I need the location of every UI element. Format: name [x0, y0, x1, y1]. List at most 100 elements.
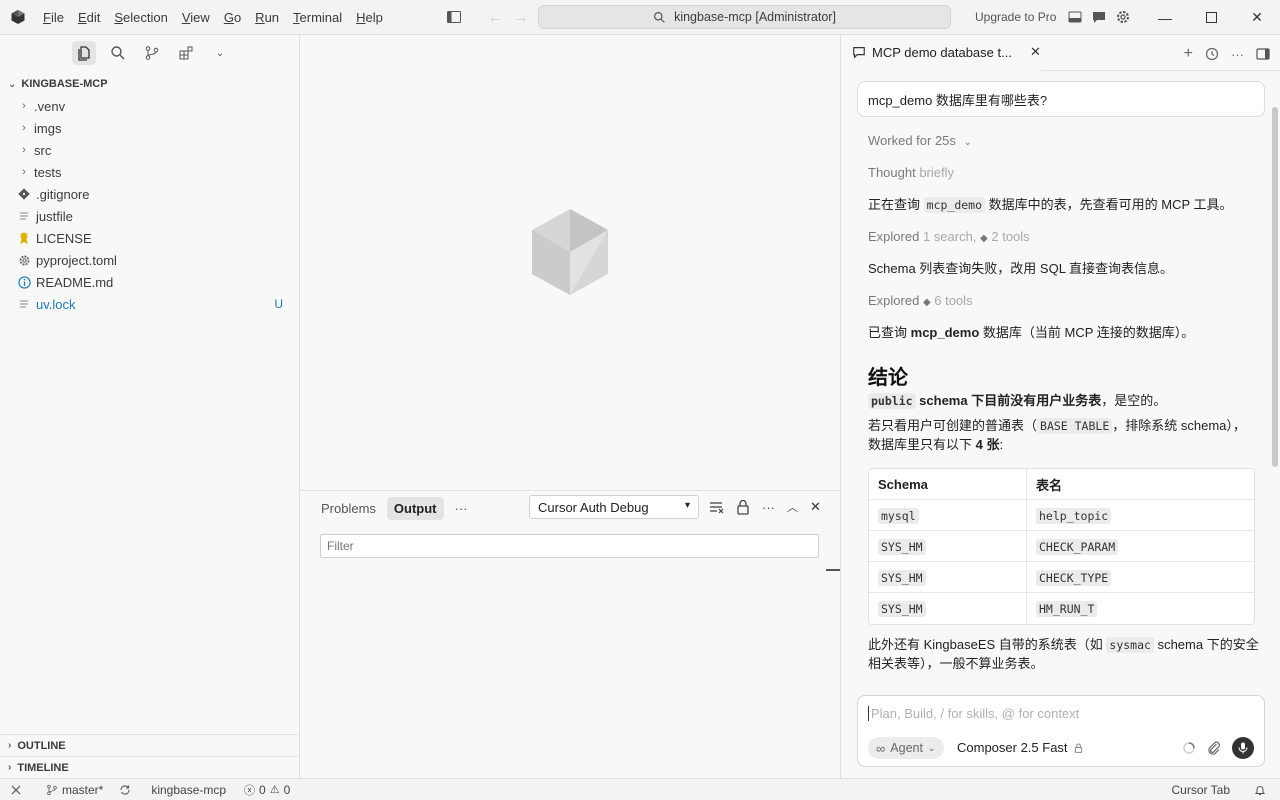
nav-arrows: ← → — [488, 9, 528, 25]
filter-input[interactable] — [320, 534, 819, 558]
chat-scrollbar[interactable] — [1272, 107, 1278, 467]
agent-mode-select[interactable]: ∞ Agent ⌄ — [868, 737, 944, 759]
chat-tab-title: MCP demo database t... — [872, 44, 1012, 60]
assistant-text-8: 相关表等），一般不算业务表。 — [868, 656, 1044, 671]
project-name[interactable]: kingbase-mcp — [143, 779, 234, 800]
tree-file-justfile[interactable]: justfile — [0, 205, 299, 227]
search-icon[interactable] — [106, 41, 130, 65]
source-control-icon[interactable] — [140, 41, 164, 65]
conclusion-heading: 结论 — [868, 367, 908, 389]
tree-folder-venv[interactable]: › .venv — [0, 95, 299, 117]
explored-search-count: 1 search, — [922, 229, 977, 244]
branch-status[interactable]: master* — [38, 779, 111, 800]
chat-tab[interactable]: MCP demo database t... ✕ — [841, 35, 1041, 71]
back-arrow-icon[interactable]: ← — [488, 9, 502, 25]
lock-icon[interactable] — [736, 499, 750, 515]
menu-help[interactable]: Help — [349, 0, 390, 35]
menu-selection[interactable]: Selection — [107, 0, 174, 35]
composer-input[interactable]: Plan, Build, / for skills, @ for context — [868, 706, 1079, 721]
command-center-search[interactable]: kingbase-mcp [Administrator] — [538, 5, 951, 29]
explorer-root-header[interactable]: ⌄ KINGBASE-MCP — [0, 73, 299, 95]
toggle-panel-icon[interactable] — [1256, 47, 1270, 61]
menu-edit[interactable]: Edit — [71, 0, 107, 35]
title-bar: File Edit Selection View Go Run Terminal… — [0, 0, 1280, 35]
timeline-section-header[interactable]: › TIMELINE — [0, 756, 299, 778]
tree-folder-imgs[interactable]: › imgs — [0, 117, 299, 139]
history-icon[interactable] — [1205, 47, 1219, 61]
thought-line[interactable]: Thought briefly — [868, 163, 954, 183]
loading-spinner-icon — [1183, 742, 1195, 754]
tab-output[interactable]: Output — [386, 497, 444, 520]
tree-item-label: .venv — [34, 98, 66, 114]
clear-output-icon[interactable] — [708, 499, 724, 515]
explorer-files-icon[interactable] — [72, 41, 96, 65]
assistant-text-1: 正在查询 mcp_demo 数据库中的表，先查看可用的 MCP 工具。 — [868, 195, 1233, 215]
upgrade-link[interactable]: Upgrade to Pro — [975, 10, 1056, 24]
inline-code: BASE TABLE — [1037, 418, 1113, 434]
explored-line-1[interactable]: Explored 1 search, ◆ 2 tools — [868, 227, 1030, 249]
table-header-table-name: 表名 — [1027, 469, 1254, 500]
chat-tab-actions: + ··· — [1184, 45, 1270, 63]
toggle-sidebar-icon[interactable] — [446, 9, 462, 25]
panel-more-button[interactable]: ··· — [448, 497, 475, 520]
user-message[interactable]: mcp_demo 数据库里有哪些表? — [857, 81, 1265, 117]
composer-actions — [1182, 737, 1254, 759]
tree-item-label: .gitignore — [36, 186, 90, 202]
agent-mode-label: Agent — [890, 741, 923, 755]
chevron-up-icon[interactable]: ︿ — [787, 499, 798, 515]
microphone-button[interactable] — [1232, 737, 1254, 759]
chevron-right-icon: › — [8, 762, 12, 773]
tree-file-readme[interactable]: README.md — [0, 271, 299, 293]
bell-icon[interactable] — [1246, 779, 1274, 800]
menu-file[interactable]: File — [36, 0, 71, 35]
chevron-right-icon: › — [8, 740, 12, 751]
cursor-tab-status[interactable]: Cursor Tab — [1164, 779, 1238, 800]
remote-icon[interactable] — [0, 779, 30, 800]
worked-for-toggle[interactable]: Worked for 25s ⌄ — [868, 131, 972, 153]
problems-status[interactable]: ⓧ 0 ⚠ 0 — [236, 779, 298, 800]
text: ，是空的。 — [1101, 393, 1167, 408]
forward-arrow-icon[interactable]: → — [514, 9, 528, 25]
chat-bubble-icon[interactable] — [1091, 9, 1107, 25]
text: 若只看用户可创建的普通表（ — [868, 418, 1038, 433]
text: 数据库里只有以下 — [868, 437, 973, 452]
menu-bar: File Edit Selection View Go Run Terminal… — [36, 0, 390, 35]
chevron-down-icon: ⌄ — [927, 742, 936, 753]
explored-line-2[interactable]: Explored ◆ 6 tools — [868, 291, 973, 313]
warning-count: 0 — [283, 782, 291, 797]
chevron-right-icon: › — [22, 122, 26, 134]
tree-folder-tests[interactable]: › tests — [0, 161, 299, 183]
editor-area — [300, 35, 840, 490]
paperclip-icon[interactable] — [1206, 740, 1222, 756]
tab-problems[interactable]: Problems — [314, 497, 383, 520]
tree-item-label: src — [34, 142, 52, 158]
model-select[interactable]: Composer 2.5 Fast — [957, 740, 1083, 755]
menu-go[interactable]: Go — [217, 0, 248, 35]
tree-file-gitignore[interactable]: .gitignore — [0, 183, 299, 205]
extensions-icon[interactable] — [174, 41, 198, 65]
minimize-icon[interactable]: — — [1142, 0, 1188, 35]
output-channel-select[interactable]: Cursor Auth Debug ▾ — [529, 495, 699, 519]
chevron-down-icon[interactable]: ⌄ — [208, 41, 232, 65]
close-window-icon[interactable]: ✕ — [1234, 0, 1280, 35]
maximize-icon[interactable] — [1188, 0, 1234, 35]
plus-icon[interactable]: + — [1184, 45, 1193, 63]
tree-file-pyproject[interactable]: pyproject.toml — [0, 249, 299, 271]
menu-view[interactable]: View — [175, 0, 217, 35]
panel-layout-icon[interactable] — [1067, 9, 1083, 25]
tree-file-license[interactable]: LICENSE — [0, 227, 299, 249]
sync-icon[interactable] — [111, 779, 139, 800]
gear-icon[interactable] — [1115, 9, 1131, 25]
text: 已查询 — [868, 325, 908, 340]
more-actions-icon[interactable]: ··· — [762, 500, 775, 515]
more-actions-icon[interactable]: ··· — [1231, 47, 1244, 62]
outline-section-header[interactable]: › OUTLINE — [0, 734, 299, 756]
table-cell: SYS_HM — [878, 601, 926, 617]
close-icon[interactable]: ✕ — [810, 499, 821, 515]
tree-folder-src[interactable]: › src — [0, 139, 299, 161]
menu-terminal[interactable]: Terminal — [286, 0, 349, 35]
close-icon[interactable]: ✕ — [1030, 44, 1041, 60]
error-count: 0 — [259, 782, 266, 797]
tree-file-uvlock[interactable]: uv.lock U — [0, 293, 299, 315]
menu-run[interactable]: Run — [248, 0, 286, 35]
